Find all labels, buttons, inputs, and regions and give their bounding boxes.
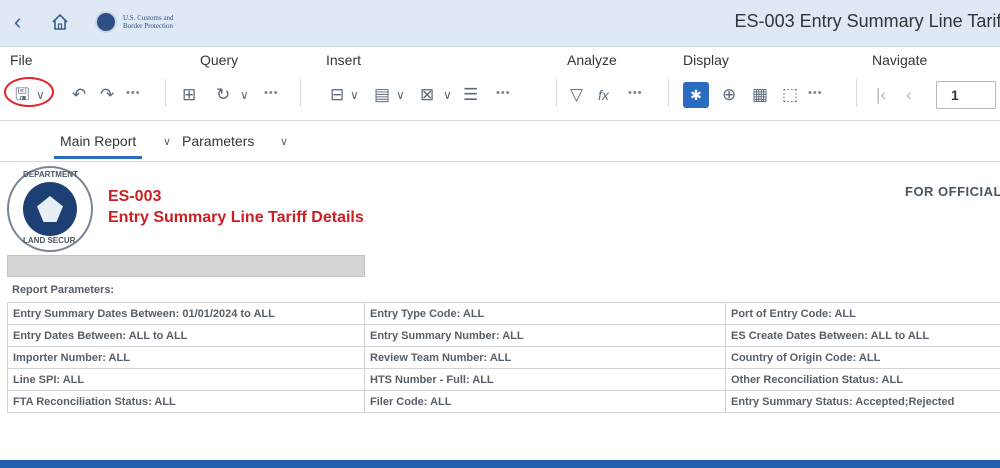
insert-chart-icon[interactable]: ▤ xyxy=(374,85,390,105)
toolbar-separator xyxy=(668,79,669,107)
toolbar: File Query Insert Analyze Display Naviga… xyxy=(0,47,1000,121)
table-cell: FTA Reconciliation Status: ALL xyxy=(8,391,365,413)
table-cell: Entry Summary Number: ALL xyxy=(365,325,726,347)
table-row: FTA Reconciliation Status: ALL Filer Cod… xyxy=(8,391,1000,413)
cbp-seal-icon xyxy=(95,11,117,33)
report-page: DEPARTMENT LAND SECUR ES-003 Entry Summa… xyxy=(0,162,1000,466)
undo-icon[interactable]: ↶ xyxy=(72,85,86,105)
save-icon[interactable]: 🖫 xyxy=(15,85,29,105)
app-header: ‹ U.S. Customs and Border Protection ES-… xyxy=(0,0,1000,47)
table-row: Line SPI: ALL HTS Number - Full: ALL Oth… xyxy=(8,369,1000,391)
seal-top-text: DEPARTMENT xyxy=(23,170,78,179)
toolbar-group-navigate: Navigate xyxy=(872,52,927,68)
query-more-icon[interactable]: ••• xyxy=(264,87,279,99)
page-layout-icon[interactable]: ▦ xyxy=(752,85,768,105)
table-cell: Importer Number: ALL xyxy=(8,347,365,369)
table-row: Entry Dates Between: ALL to ALL Entry Su… xyxy=(8,325,1000,347)
table-cell: Line SPI: ALL xyxy=(8,369,365,391)
toolbar-group-display: Display xyxy=(683,52,729,68)
back-icon[interactable]: ‹ xyxy=(14,10,21,34)
table-cell: Port of Entry Code: ALL xyxy=(726,303,1000,325)
seal-bottom-text: LAND SECUR xyxy=(23,236,75,245)
query-panel-icon[interactable]: ⊞ xyxy=(182,85,196,105)
parameters-table: Entry Summary Dates Between: 01/01/2024 … xyxy=(7,302,1000,413)
page-title: ES-003 Entry Summary Line Tariff xyxy=(735,11,1000,32)
file-more-icon[interactable]: ••• xyxy=(126,87,141,99)
table-cell: Country of Origin Code: ALL xyxy=(726,347,1000,369)
official-use-label: FOR OFFICIAL xyxy=(905,184,1000,199)
first-page-icon[interactable]: |‹ xyxy=(876,85,886,105)
zoom-icon[interactable]: ⊕ xyxy=(722,85,736,105)
table-cell: HTS Number - Full: ALL xyxy=(365,369,726,391)
toolbar-group-analyze: Analyze xyxy=(567,52,617,68)
toolbar-separator xyxy=(165,79,166,107)
analyze-more-icon[interactable]: ••• xyxy=(628,87,643,99)
fit-page-icon[interactable]: ⬚ xyxy=(782,85,798,105)
report-parameters-label: Report Parameters: xyxy=(12,284,114,296)
table-row: Importer Number: ALL Review Team Number:… xyxy=(8,347,1000,369)
table-cell: Other Reconciliation Status: ALL xyxy=(726,369,1000,391)
main-report-chevron-icon[interactable]: ∨ xyxy=(163,135,171,148)
toolbar-group-query: Query xyxy=(200,52,238,68)
report-banner-bar xyxy=(7,255,365,277)
insert-table-chevron-icon[interactable]: ∨ xyxy=(350,85,359,105)
table-cell: ES Create Dates Between: ALL to ALL xyxy=(726,325,1000,347)
table-cell: Filer Code: ALL xyxy=(365,391,726,413)
filter-icon[interactable]: ▽ xyxy=(570,85,583,105)
display-more-icon[interactable]: ••• xyxy=(808,87,823,99)
toolbar-separator xyxy=(856,79,857,107)
parameters-chevron-icon[interactable]: ∨ xyxy=(280,135,288,148)
report-title: Entry Summary Line Tariff Details xyxy=(108,209,364,227)
agency-name-line2: Border Protection xyxy=(123,22,174,30)
save-dropdown-chevron-icon[interactable]: ∨ xyxy=(36,85,45,105)
dhs-seal-icon: DEPARTMENT LAND SECUR xyxy=(7,166,93,252)
report-tabs: Main Report ∨ Parameters ∨ xyxy=(0,121,1000,162)
table-cell: Entry Dates Between: ALL to ALL xyxy=(8,325,365,347)
cbp-logo: U.S. Customs and Border Protection xyxy=(95,9,174,35)
report-code: ES-003 xyxy=(108,188,161,206)
pin-icon[interactable]: ✱ xyxy=(683,82,709,108)
insert-table-icon[interactable]: ⊟ xyxy=(330,85,344,105)
table-cell: Review Team Number: ALL xyxy=(365,347,726,369)
agency-name-line1: U.S. Customs and xyxy=(123,14,174,22)
toolbar-separator xyxy=(556,79,557,107)
table-cell: Entry Summary Status: Accepted;Rejected xyxy=(726,391,1000,413)
page-number-input[interactable]: 1 xyxy=(936,81,996,109)
insert-text-chevron-icon[interactable]: ∨ xyxy=(443,85,452,105)
toolbar-group-insert: Insert xyxy=(326,52,361,68)
formula-icon[interactable]: fx xyxy=(598,85,609,105)
insert-text-icon[interactable]: ⊠ xyxy=(420,85,434,105)
refresh-dropdown-chevron-icon[interactable]: ∨ xyxy=(240,85,249,105)
table-cell: Entry Type Code: ALL xyxy=(365,303,726,325)
insert-chart-chevron-icon[interactable]: ∨ xyxy=(396,85,405,105)
refresh-icon[interactable]: ↻ xyxy=(216,85,230,105)
tab-parameters[interactable]: Parameters xyxy=(182,133,254,149)
table-cell: Entry Summary Dates Between: 01/01/2024 … xyxy=(8,303,365,325)
table-row: Entry Summary Dates Between: 01/01/2024 … xyxy=(8,303,1000,325)
tab-main-report[interactable]: Main Report xyxy=(60,133,136,149)
toolbar-group-file: File xyxy=(10,52,33,68)
redo-icon[interactable]: ↷ xyxy=(100,85,114,105)
insert-more-icon[interactable]: ••• xyxy=(496,87,511,99)
table-header-bar xyxy=(0,460,1000,468)
home-icon[interactable] xyxy=(50,12,70,32)
toolbar-separator xyxy=(300,79,301,107)
insert-list-icon[interactable]: ☰ xyxy=(463,85,478,105)
previous-page-icon[interactable]: ‹ xyxy=(906,85,912,105)
